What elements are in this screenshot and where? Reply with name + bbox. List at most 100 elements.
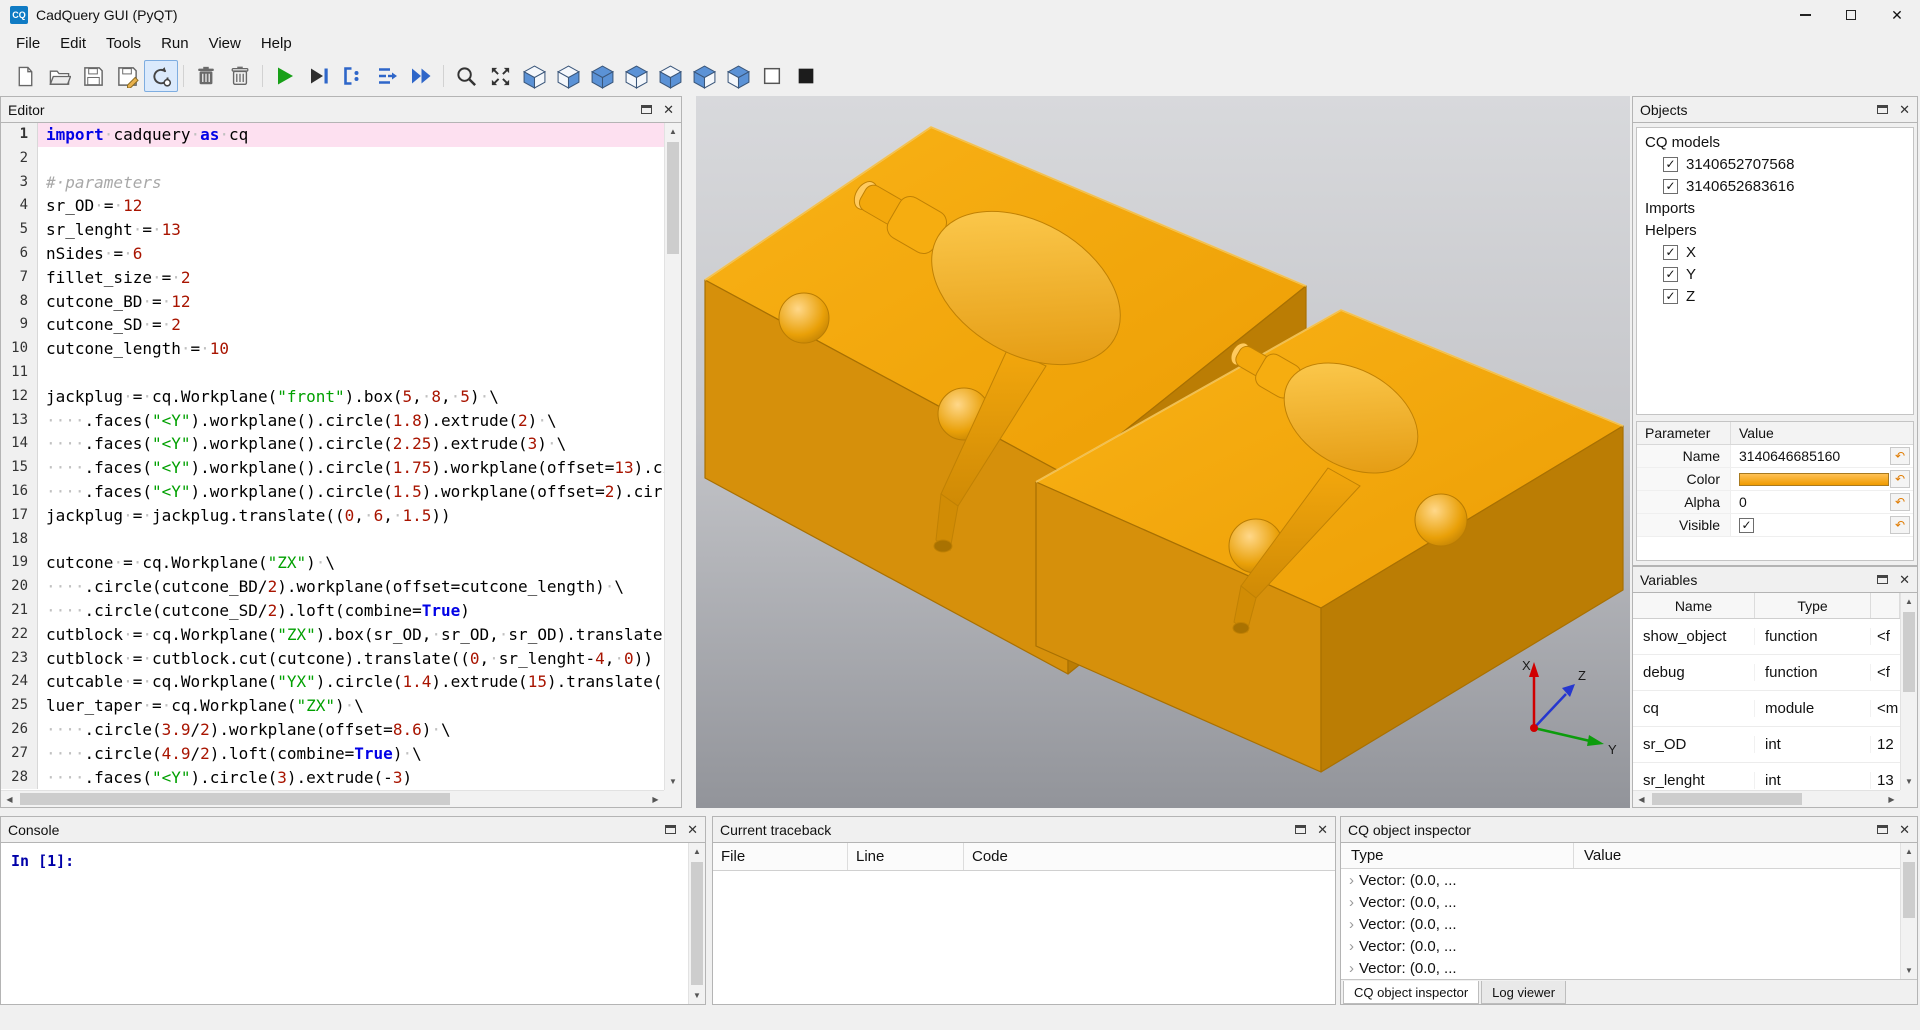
property-value[interactable] (1731, 473, 1890, 486)
save-as-script-button[interactable] (110, 60, 144, 92)
code-column-header[interactable]: Code (964, 843, 1335, 870)
editor-line-1[interactable]: 1import·cadquery·as·cq (1, 123, 664, 147)
menu-view[interactable]: View (199, 32, 251, 55)
menu-edit[interactable]: Edit (50, 32, 96, 55)
editor-line-23[interactable]: 23cutblock·=·cutblock.cut(cutcone).trans… (1, 647, 664, 671)
scroll-down-arrow[interactable]: ▼ (1901, 962, 1917, 979)
tree-item-x[interactable]: ✓X (1637, 241, 1913, 263)
expand-chevron-icon[interactable]: › (1341, 872, 1359, 889)
float-panel-icon[interactable] (665, 825, 676, 834)
value-column-header[interactable]: Value (1574, 843, 1900, 868)
float-panel-icon[interactable] (1877, 105, 1888, 114)
clear-all-button[interactable] (223, 60, 257, 92)
inspector-row[interactable]: ›Vector: (0.0, ... (1341, 869, 1900, 891)
checkbox[interactable]: ✓ (1663, 179, 1678, 194)
scrollbar-thumb[interactable] (1903, 862, 1915, 918)
debug-script-button[interactable] (302, 60, 336, 92)
tree-item-imports[interactable]: Imports (1637, 197, 1913, 219)
close-panel-icon[interactable]: ✕ (1899, 103, 1910, 116)
editor-line-6[interactable]: 6nSides·=·6 (1, 242, 664, 266)
fit-all-button[interactable] (483, 60, 517, 92)
variable-row-sr_lenght[interactable]: sr_lenghtint13 (1633, 763, 1900, 790)
scroll-left-arrow[interactable]: ◀ (1, 791, 18, 807)
editor-line-16[interactable]: 16····.faces("<Y").workplane().circle(1.… (1, 480, 664, 504)
checkbox[interactable]: ✓ (1663, 267, 1678, 282)
console-vertical-scrollbar[interactable]: ▲ ▼ (688, 843, 705, 1004)
expand-chevron-icon[interactable]: › (1341, 960, 1359, 977)
scroll-down-arrow[interactable]: ▼ (665, 773, 681, 790)
scroll-up-arrow[interactable]: ▲ (1901, 843, 1917, 860)
zoom-fit-button[interactable] (449, 60, 483, 92)
menu-help[interactable]: Help (251, 32, 302, 55)
inspector-row[interactable]: ›Vector: (0.0, ... (1341, 957, 1900, 979)
editor-line-8[interactable]: 8cutcone_BD·=·12 (1, 290, 664, 314)
editor-horizontal-scrollbar[interactable]: ◀ ▶ (1, 790, 664, 807)
variables-horizontal-scrollbar[interactable]: ◀ ▶ (1633, 790, 1900, 807)
property-value[interactable]: 3140646685160 (1731, 448, 1890, 464)
editor-line-18[interactable]: 18 (1, 528, 664, 552)
wireframe-mode-button[interactable] (755, 60, 789, 92)
editor-line-2[interactable]: 2 (1, 147, 664, 171)
editor-line-3[interactable]: 3#·parameters (1, 171, 664, 195)
file-column-header[interactable]: File (713, 843, 848, 870)
type-column-header[interactable]: Type (1755, 593, 1871, 618)
variable-row-debug[interactable]: debugfunction<f (1633, 655, 1900, 691)
float-panel-icon[interactable] (1295, 825, 1306, 834)
scroll-up-arrow[interactable]: ▲ (689, 843, 705, 860)
scrollbar-thumb[interactable] (691, 862, 703, 985)
scrollbar-thumb[interactable] (1903, 612, 1915, 692)
splitter-horizontal[interactable] (0, 808, 1920, 816)
view-left-button[interactable] (687, 60, 721, 92)
save-script-button[interactable] (76, 60, 110, 92)
inspector-row[interactable]: ›Vector: (0.0, ... (1341, 935, 1900, 957)
variables-vertical-scrollbar[interactable]: ▲ ▼ (1900, 593, 1917, 790)
scroll-down-arrow[interactable]: ▼ (689, 987, 705, 1004)
close-panel-icon[interactable]: ✕ (663, 103, 674, 116)
checkbox[interactable]: ✓ (1663, 289, 1678, 304)
tab-cq-object-inspector[interactable]: CQ object inspector (1343, 981, 1479, 1004)
close-button[interactable]: ✕ (1874, 0, 1920, 30)
delete-objects-button[interactable] (189, 60, 223, 92)
tree-item-z[interactable]: ✓Z (1637, 285, 1913, 307)
editor-line-4[interactable]: 4sr_OD·=·12 (1, 194, 664, 218)
inspector-row[interactable]: ›Vector: (0.0, ... (1341, 913, 1900, 935)
inspector-vertical-scrollbar[interactable]: ▲ ▼ (1900, 843, 1917, 979)
console-prompt[interactable]: In [1]: (1, 843, 705, 870)
checkbox[interactable]: ✓ (1663, 245, 1678, 260)
editor-line-11[interactable]: 11 (1, 361, 664, 385)
3d-viewport[interactable]: X Z Y (696, 96, 1630, 808)
editor-line-27[interactable]: 27····.circle(4.9/2).loft(combine=True)·… (1, 742, 664, 766)
reset-property-button[interactable]: ↶ (1890, 493, 1910, 511)
scroll-right-arrow[interactable]: ▶ (647, 791, 664, 807)
reset-property-button[interactable]: ↶ (1890, 470, 1910, 488)
editor-line-22[interactable]: 22cutblock·=·cq.Workplane("ZX").box(sr_O… (1, 623, 664, 647)
float-panel-icon[interactable] (1877, 825, 1888, 834)
menu-tools[interactable]: Tools (96, 32, 151, 55)
new-script-button[interactable] (8, 60, 42, 92)
continue-button[interactable] (404, 60, 438, 92)
editor-line-25[interactable]: 25luer_taper·=·cq.Workplane("ZX")·\ (1, 694, 664, 718)
checkbox[interactable]: ✓ (1663, 157, 1678, 172)
editor-line-26[interactable]: 26····.circle(3.9/2).workplane(offset=8.… (1, 718, 664, 742)
variable-row-cq[interactable]: cqmodule<m (1633, 691, 1900, 727)
close-panel-icon[interactable]: ✕ (1899, 823, 1910, 836)
tree-item-helpers[interactable]: Helpers (1637, 219, 1913, 241)
float-panel-icon[interactable] (1877, 575, 1888, 584)
type-column-header[interactable]: Type (1341, 843, 1574, 868)
property-value[interactable]: ✓ (1731, 518, 1890, 533)
tree-item-y[interactable]: ✓Y (1637, 263, 1913, 285)
inspector-row[interactable]: ›Vector: (0.0, ... (1341, 891, 1900, 913)
close-panel-icon[interactable]: ✕ (687, 823, 698, 836)
splitter-viewport-right[interactable] (1630, 96, 1632, 808)
float-panel-icon[interactable] (641, 105, 652, 114)
editor-line-19[interactable]: 19cutcone·=·cq.Workplane("ZX")·\ (1, 551, 664, 575)
editor-line-15[interactable]: 15····.faces("<Y").workplane().circle(1.… (1, 456, 664, 480)
tree-item-3140652707568[interactable]: ✓3140652707568 (1637, 153, 1913, 175)
step-into-button[interactable] (370, 60, 404, 92)
open-script-button[interactable] (42, 60, 76, 92)
view-top-button[interactable] (619, 60, 653, 92)
view-right-button[interactable] (721, 60, 755, 92)
line-column-header[interactable]: Line (848, 843, 964, 870)
editor-line-7[interactable]: 7fillet_size·=·2 (1, 266, 664, 290)
color-swatch[interactable] (1739, 473, 1889, 486)
